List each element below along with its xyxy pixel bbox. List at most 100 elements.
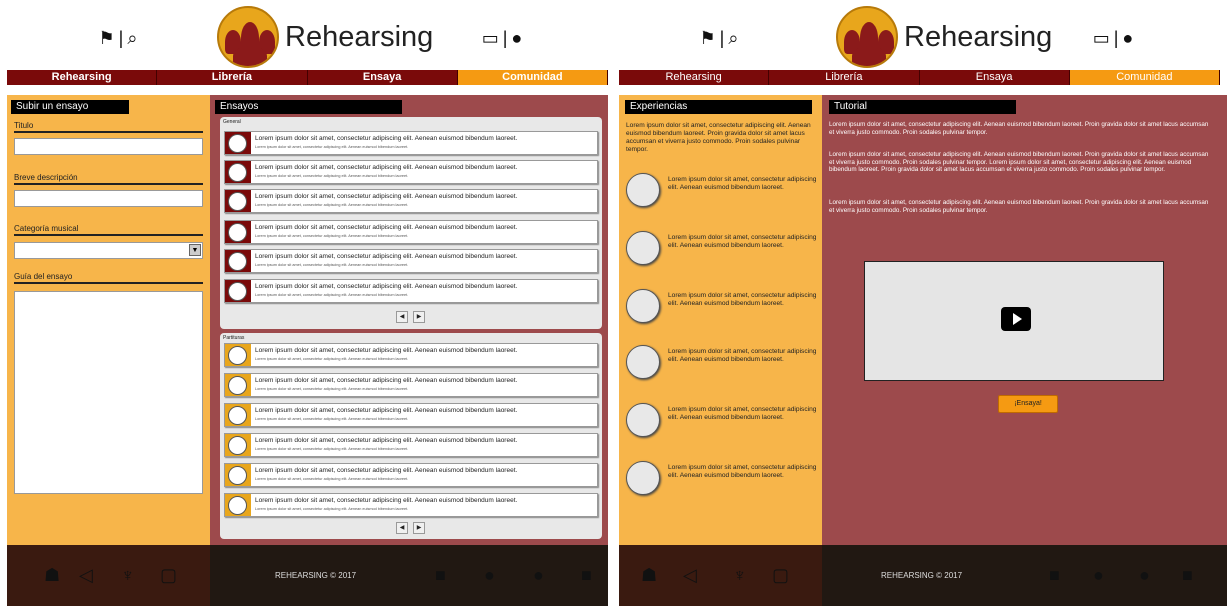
list-item[interactable]: Lorem ipsum dolor sit amet, consectetur … [224, 343, 598, 367]
title-label: Titulo [14, 121, 203, 133]
spotify-icon[interactable]: ● [533, 565, 544, 586]
inbox-icon[interactable]: ▭ [1093, 28, 1110, 49]
list-item[interactable]: Lorem ipsum dolor sit amet, consectetur … [224, 249, 598, 273]
list-item[interactable]: Lorem ipsum dolor sit amet, consectetur … [224, 403, 598, 427]
description-label: Breve descripción [14, 173, 203, 185]
ensaya-button[interactable]: ¡Ensaya! [998, 395, 1058, 413]
flag-icon[interactable]: ⚑ [99, 28, 115, 49]
video-player[interactable] [864, 261, 1164, 381]
play-icon[interactable] [1001, 307, 1031, 331]
footer: ☗ ◁ ♆ ▢ REHEARSING © 2017 ■ ● ● ■ [7, 545, 608, 606]
list-item[interactable]: Lorem ipsum dolor sit amet, consectetur … [224, 220, 598, 244]
tutorial-title: Tutorial [829, 100, 1016, 114]
next-page-icon[interactable]: ▶ [413, 311, 425, 323]
prev-page-icon[interactable]: ◀ [396, 311, 408, 323]
avatar [225, 161, 251, 183]
chevron-down-icon[interactable]: ▼ [189, 244, 201, 256]
list-item[interactable]: Lorem ipsum dolor sit amet, consectetur … [626, 403, 816, 437]
experiencias-intro: Lorem ipsum dolor sit amet, consectetur … [626, 122, 811, 153]
header-right-icons: ▭ | ● [1092, 27, 1134, 49]
avatar [225, 494, 251, 516]
spotify-icon[interactable]: ● [1139, 565, 1150, 586]
nav-bar: Rehearsing Librería Ensaya Comunidad [7, 70, 608, 85]
list-item[interactable]: Lorem ipsum dolor sit amet, consectetur … [626, 461, 816, 495]
partituras-label: Partituras [223, 335, 245, 341]
search-icon[interactable]: ⌕ [127, 28, 137, 49]
tutorial-paragraph-1: Lorem ipsum dolor sit amet, consectetur … [829, 121, 1209, 136]
header-left-icons: ⚑ | ⌕ [699, 27, 739, 49]
list-item[interactable]: Lorem ipsum dolor sit amet, consectetur … [626, 345, 816, 379]
nav-item-libreria[interactable]: Librería [157, 70, 308, 85]
avatar [626, 403, 660, 437]
avatar [225, 344, 251, 366]
title-input[interactable] [14, 138, 203, 155]
brand-name: Rehearsing [904, 20, 1053, 53]
list-item[interactable]: Lorem ipsum dolor sit amet, consectetur … [626, 173, 816, 207]
avatar [225, 464, 251, 486]
avatar [225, 132, 251, 154]
logo[interactable]: Rehearsing [217, 6, 433, 68]
microphone-icon[interactable]: ♆ [733, 565, 747, 586]
tutorial-panel: Tutorial Lorem ipsum dolor sit amet, con… [822, 95, 1227, 545]
main-content: Experiencias Lorem ipsum dolor sit amet,… [619, 95, 1227, 545]
group-icon[interactable]: ☗ [44, 565, 60, 586]
guide-textarea[interactable] [14, 291, 203, 494]
list-item[interactable]: Lorem ipsum dolor sit amet, consectetur … [626, 289, 816, 323]
nav-item-rehearsing[interactable]: Rehearsing [7, 70, 158, 85]
partituras-pager: ◀ ▶ [396, 522, 428, 534]
twitter-icon[interactable]: ■ [1049, 565, 1060, 586]
tutorial-paragraph-2: Lorem ipsum dolor sit amet, consectetur … [829, 151, 1209, 174]
list-item[interactable]: Lorem ipsum dolor sit amet, consectetur … [224, 463, 598, 487]
microphone-icon[interactable]: ♆ [121, 565, 135, 586]
list-item[interactable]: Lorem ipsum dolor sit amet, consectetur … [224, 160, 598, 184]
list-item[interactable]: Lorem ipsum dolor sit amet, consectetur … [224, 373, 598, 397]
header: ⚑ | ⌕ Rehearsing ▭ | ● [619, 0, 1227, 68]
flag-icon[interactable]: ⚑ [700, 28, 716, 49]
list-item[interactable]: Lorem ipsum dolor sit amet, consectetur … [224, 433, 598, 457]
description-input[interactable] [14, 190, 203, 207]
megaphone-icon[interactable]: ◁ [79, 565, 93, 586]
user-icon[interactable]: ● [1122, 28, 1133, 49]
nav-item-ensaya[interactable]: Ensaya [919, 70, 1070, 85]
list-item[interactable]: Lorem ipsum dolor sit amet, consectetur … [224, 131, 598, 155]
list-item[interactable]: Lorem ipsum dolor sit amet, consectetur … [224, 493, 598, 517]
prev-page-icon[interactable]: ◀ [396, 522, 408, 534]
nav-item-rehearsing[interactable]: Rehearsing [619, 70, 770, 85]
brand-name: Rehearsing [285, 20, 434, 53]
nav-item-ensaya[interactable]: Ensaya [307, 70, 458, 85]
twitter-icon[interactable]: ■ [435, 565, 446, 586]
avatar [225, 221, 251, 243]
tutorial-paragraph-3: Lorem ipsum dolor sit amet, consectetur … [829, 199, 1209, 214]
list-item[interactable]: Lorem ipsum dolor sit amet, consectetur … [626, 231, 816, 265]
facebook-icon[interactable]: ■ [581, 565, 592, 586]
nav-item-comunidad[interactable]: Comunidad [457, 70, 608, 85]
next-page-icon[interactable]: ▶ [413, 522, 425, 534]
avatar [626, 345, 660, 379]
facebook-icon[interactable]: ■ [1182, 565, 1193, 586]
youtube-icon[interactable]: ● [1093, 565, 1104, 586]
list-item[interactable]: Lorem ipsum dolor sit amet, consectetur … [224, 189, 598, 213]
general-pager: ◀ ▶ [396, 311, 428, 323]
screen-ensayos: ⚑ | ⌕ Rehearsing ▭ | ● Rehearsing Librería E… [0, 0, 608, 606]
group-icon[interactable]: ☗ [641, 565, 657, 586]
megaphone-icon[interactable]: ◁ [683, 565, 697, 586]
avatar [225, 190, 251, 212]
avatar [225, 374, 251, 396]
nav-item-comunidad[interactable]: Comunidad [1069, 70, 1220, 85]
header-right-icons: ▭ | ● [481, 27, 523, 49]
nav-item-libreria[interactable]: Librería [769, 70, 920, 85]
search-icon[interactable]: ⌕ [728, 28, 738, 49]
chat-icon[interactable]: ▢ [160, 565, 177, 586]
inbox-icon[interactable]: ▭ [482, 28, 499, 49]
chat-icon[interactable]: ▢ [772, 565, 789, 586]
youtube-icon[interactable]: ● [484, 565, 495, 586]
avatar [225, 404, 251, 426]
user-icon[interactable]: ● [511, 28, 522, 49]
copyright: REHEARSING © 2017 [275, 571, 357, 580]
logo-people-icon [217, 6, 279, 68]
category-select[interactable]: ▼ [14, 242, 203, 259]
list-item[interactable]: Lorem ipsum dolor sit amet, consectetur … [224, 279, 598, 303]
ensayos-panel: Ensayos General Lorem ipsum dolor sit am… [210, 95, 608, 545]
upload-panel: Subir un ensayo Titulo Breve descripción… [7, 95, 210, 545]
logo[interactable]: Rehearsing [836, 6, 1052, 68]
